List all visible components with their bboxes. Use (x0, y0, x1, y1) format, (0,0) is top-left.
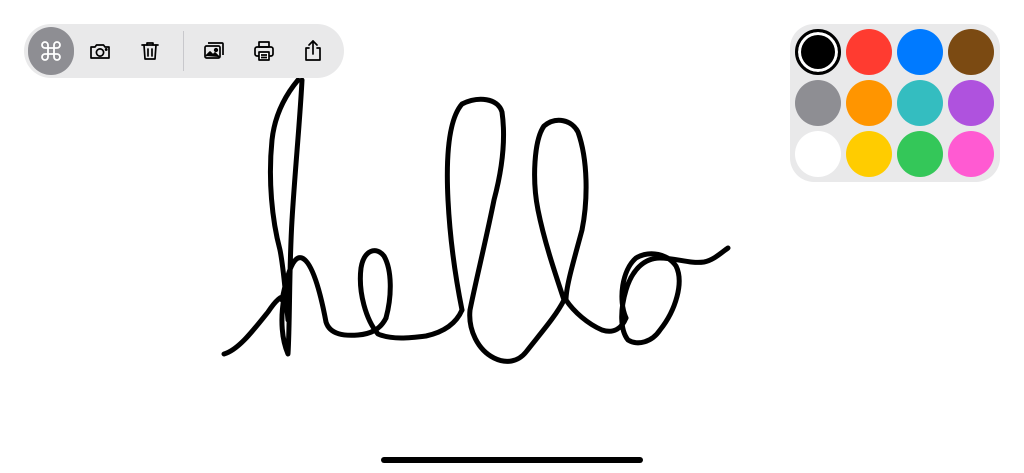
color-swatch-brown[interactable] (948, 29, 994, 75)
command-button[interactable] (28, 27, 74, 75)
color-swatch-gray[interactable] (795, 80, 841, 126)
share-button[interactable] (291, 27, 337, 75)
print-button[interactable] (241, 27, 287, 75)
toolbar (24, 24, 344, 78)
home-indicator[interactable] (381, 457, 643, 463)
stroke-o (619, 245, 731, 346)
share-icon (305, 40, 322, 61)
command-icon (40, 41, 61, 61)
color-swatch-teal[interactable] (897, 80, 943, 126)
stroke-e (357, 248, 465, 341)
stroke-h (221, 77, 389, 357)
color-swatch-yellow[interactable] (846, 131, 892, 177)
trash-icon (140, 42, 159, 60)
color-swatch-blue[interactable] (897, 29, 943, 75)
color-swatch-purple[interactable] (948, 80, 994, 126)
color-swatch-pink[interactable] (948, 131, 994, 177)
stroke-l2 (532, 117, 629, 334)
stroke-l1 (444, 96, 567, 364)
color-swatch-orange[interactable] (846, 80, 892, 126)
camera-icon (90, 44, 111, 59)
drawing-app (0, 0, 1024, 473)
photo-library-icon (204, 42, 225, 59)
trash-button[interactable] (127, 27, 173, 75)
printer-icon (253, 41, 274, 61)
camera-button[interactable] (78, 27, 124, 75)
photo-library-button[interactable] (192, 27, 238, 75)
color-palette (790, 24, 1000, 182)
toolbar-divider (182, 31, 184, 71)
color-swatch-green[interactable] (897, 131, 943, 177)
color-swatch-white[interactable] (795, 131, 841, 177)
color-swatch-black[interactable] (795, 29, 841, 75)
color-swatch-red[interactable] (846, 29, 892, 75)
